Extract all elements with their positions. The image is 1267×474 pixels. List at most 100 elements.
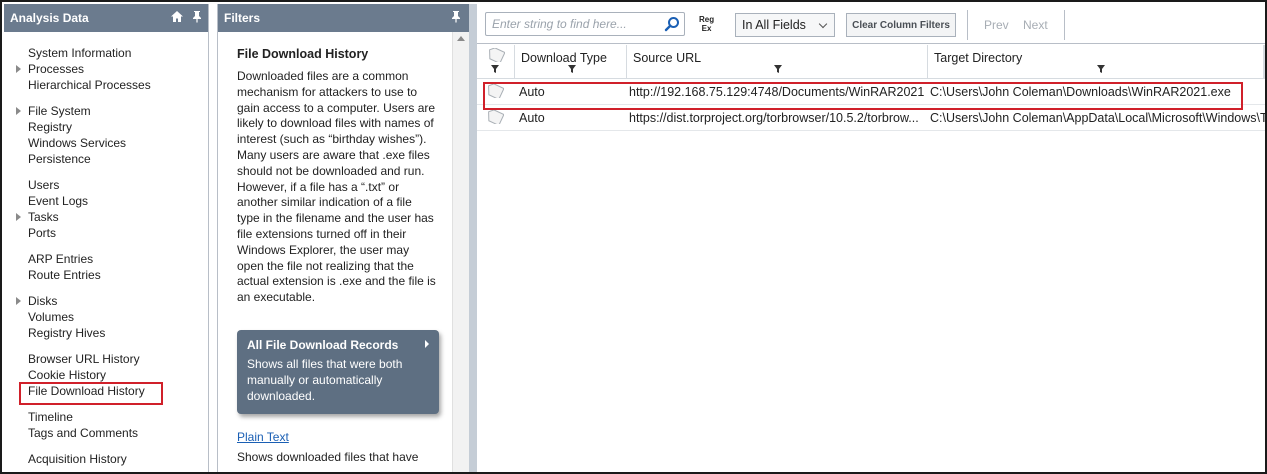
search-input[interactable] [486,13,656,35]
filters-pane: Filters File Download History Downloaded… [217,4,469,472]
home-icon[interactable] [170,10,184,23]
tree-item-label: Windows Services [28,136,127,150]
tree-item-volumes[interactable]: Volumes [4,309,208,325]
tree-item-windows-services[interactable]: Windows Services [4,135,208,151]
column-label: Source URL [633,51,702,65]
cell-download-type[interactable]: Auto [519,85,619,99]
tree-item-registry-hives[interactable]: Registry Hives [4,325,208,341]
filters-scrollbar[interactable] [452,32,469,472]
tree-item-browser-url-history[interactable]: Browser URL History [4,351,208,367]
pin-icon[interactable] [451,10,461,23]
tree-item-tags-and-comments[interactable]: Tags and Comments [4,425,208,441]
filter-funnel-icon[interactable] [1096,63,1106,77]
tree-item-route-entries[interactable]: Route Entries [4,267,208,283]
tree-item-persistence[interactable]: Persistence [4,151,208,167]
tree-item-label: Users [28,178,60,192]
tree-item-label: Browser URL History [28,352,140,366]
filter-funnel-icon[interactable] [490,63,500,77]
filters-title: Filters [224,11,261,25]
tree-item-hierarchical-processes[interactable]: Hierarchical Processes [4,77,208,93]
filter-heading: File Download History [237,47,369,61]
grid-toolbar: Reg Ex In All Fields Clear Column Filter… [477,4,1265,44]
tree-group-gap [4,167,208,177]
filters-body: File Download History Downloaded files a… [218,32,452,472]
tree-item-ports[interactable]: Ports [4,225,208,241]
tree-item-label: Event Logs [28,194,89,208]
tree-item-tasks[interactable]: Tasks [4,209,208,225]
tree-group-gap [4,441,208,451]
tree-item-arp-entries[interactable]: ARP Entries [4,251,208,267]
pin-icon[interactable] [192,10,202,23]
tag-icon[interactable] [486,83,505,101]
regex-line2: Ex [701,24,712,33]
tree-item-label: File System [28,104,91,118]
tree-item-cookie-history[interactable]: Cookie History [4,367,208,383]
toolbar-divider [1064,10,1065,40]
analysis-data-header: Analysis Data [4,4,208,32]
regex-toggle[interactable]: Reg Ex [699,15,714,33]
analysis-tree: System Information Processes Hierarchical … [4,32,208,467]
results-grid: Download Type Source URL Target Director… [477,45,1265,472]
tree-item-system-information[interactable]: System Information [4,45,208,61]
plain-text-link[interactable]: Plain Text [237,430,452,444]
tree-item-acquisition-history[interactable]: Acquisition History [4,451,208,467]
selection-highlight-box [19,382,163,405]
tree-group-gap [4,241,208,251]
analysis-data-pane: Analysis Data System Information Processe… [4,4,209,472]
table-row[interactable]: Auto https://dist.torproject.org/torbrows… [477,105,1265,131]
tree-item-label: Processes [28,62,85,76]
chevron-right-icon [425,339,429,348]
chevron-down-icon [818,19,828,29]
filter-funnel-icon[interactable] [773,63,783,77]
tree-item-timeline[interactable]: Timeline [4,409,208,425]
filters-header: Filters [218,4,469,32]
clear-column-filters-button[interactable]: Clear Column Filters [846,13,956,37]
tree-item-file-system[interactable]: File System [4,103,208,119]
grid-scroll-edge [1263,45,1265,79]
all-file-download-records-card[interactable]: All File Download Records Shows all file… [237,329,439,414]
pane-splitter[interactable] [469,4,477,472]
scroll-up-icon[interactable] [457,36,465,41]
card-title: All File Download Records [247,337,399,352]
tree-item-label: ARP Entries [28,252,94,266]
tree-item-processes[interactable]: Processes [4,61,208,77]
analysis-data-title: Analysis Data [10,11,89,25]
column-header-source-url[interactable]: Source URL [627,45,928,79]
cell-download-type[interactable]: Auto [519,111,619,125]
tree-item-label: Hierarchical Processes [28,78,151,92]
cell-target-directory[interactable]: C:\Users\John Coleman\Downloads\WinRAR20… [930,85,1265,99]
tree-item-label: Tags and Comments [28,426,139,440]
column-header-target-directory[interactable]: Target Directory [928,45,1265,79]
tree-item-disks[interactable]: Disks [4,293,208,309]
cell-source-url[interactable]: https://dist.torproject.org/torbrowser/1… [629,111,925,125]
next-button[interactable]: Next [1023,18,1048,32]
tag-icon[interactable] [486,109,505,127]
tree-item-event-logs[interactable]: Event Logs [4,193,208,209]
tree-item-registry[interactable]: Registry [4,119,208,135]
toolbar-divider [967,10,968,40]
tree-item-label: Volumes [28,310,75,324]
tree-item-label: Acquisition History [28,452,127,466]
tree-item-label: Persistence [28,152,91,166]
tree-item-file-download-history[interactable]: File Download History [4,382,208,405]
tag-column-header[interactable] [477,45,515,79]
tree-item-users[interactable]: Users [4,177,208,193]
filter-funnel-icon[interactable] [567,63,577,77]
field-scope-select[interactable]: In All Fields [735,13,835,37]
tree-item-label: Registry [28,120,73,134]
prev-button[interactable]: Prev [984,18,1009,32]
app-window: Analysis Data System Information Processe… [0,0,1267,474]
tree-item-label: Tasks [28,210,59,224]
search-box [485,12,685,36]
cell-target-directory[interactable]: C:\Users\John Coleman\AppData\Local\Micr… [930,111,1265,125]
column-header-download-type[interactable]: Download Type [515,45,627,79]
tree-item-label: Disks [28,294,58,308]
tree-group-gap [4,341,208,351]
plain-text-description: Shows downloaded files that have [237,449,419,464]
tree-group-gap [4,93,208,103]
cell-source-url[interactable]: http://192.168.75.129:4748/Documents/Win… [629,85,925,99]
search-icon[interactable] [664,16,680,35]
grid-rows: Auto http://192.168.75.129:4748/Documents… [477,79,1265,131]
table-row[interactable]: Auto http://192.168.75.129:4748/Documents… [477,79,1265,105]
column-label: Target Directory [934,51,1023,65]
